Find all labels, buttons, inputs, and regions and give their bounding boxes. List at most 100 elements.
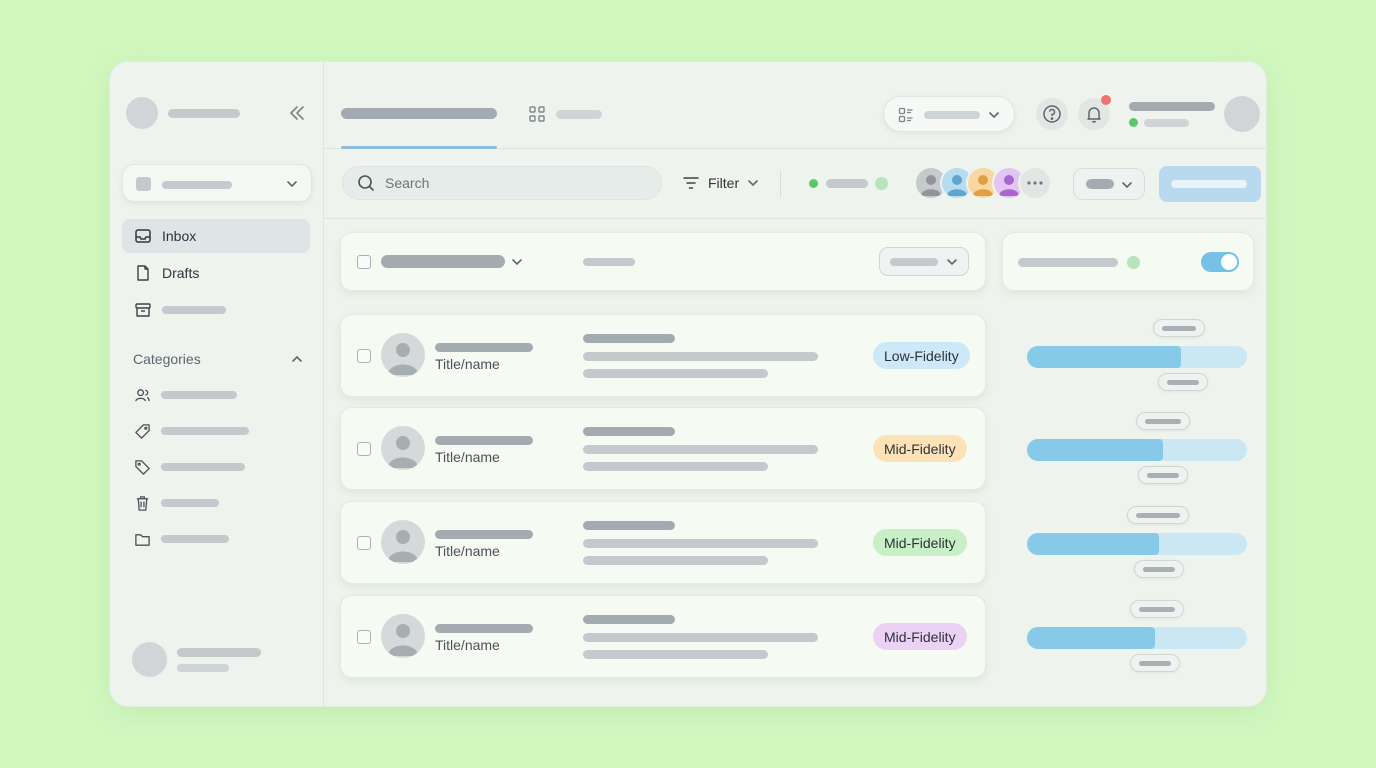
row-title: Title/name	[435, 449, 500, 465]
option-select-placeholder	[1086, 179, 1114, 189]
chevrons-left-icon	[290, 106, 304, 120]
timeline-start-tag[interactable]	[1127, 506, 1189, 524]
category-placeholder	[161, 535, 229, 543]
account-avatar[interactable]	[1224, 96, 1260, 132]
layout-icon	[898, 107, 913, 123]
sidebar-item-label: Drafts	[162, 265, 200, 281]
timeline-bar[interactable]	[1027, 346, 1181, 368]
timeline-start-tag[interactable]	[1130, 600, 1184, 618]
chevron-down-icon	[989, 112, 999, 119]
row-avatar	[381, 614, 425, 658]
row-title: Title/name	[435, 637, 500, 653]
tab-grid[interactable]	[528, 105, 608, 123]
table-row[interactable]: Title/name Mid-Fidelity	[340, 595, 986, 678]
row-text-placeholder	[583, 633, 818, 642]
more-members-button[interactable]	[1018, 166, 1052, 200]
online-status-dot	[1129, 118, 1138, 127]
row-text-placeholder	[583, 615, 675, 624]
table-row[interactable]: Title/name Low-Fidelity	[340, 314, 986, 397]
row-text-placeholder	[583, 334, 675, 343]
filter-button[interactable]: Filter	[682, 171, 759, 195]
timeline-row	[1017, 597, 1247, 677]
search-input[interactable]	[385, 175, 625, 191]
chevron-down-icon	[287, 181, 297, 188]
timeline-start-tag[interactable]	[1153, 319, 1205, 337]
category-item-trash[interactable]	[134, 493, 304, 513]
timeline-bar[interactable]	[1027, 439, 1163, 461]
column-select[interactable]	[879, 247, 969, 276]
sidebar-item-archive[interactable]	[122, 293, 310, 327]
tag-icon	[135, 423, 150, 439]
timeline-header-placeholder	[1018, 258, 1118, 267]
tab-active[interactable]	[341, 102, 497, 146]
table-row[interactable]: Title/name Mid-Fidelity	[340, 407, 986, 490]
categories-label: Categories	[133, 351, 201, 367]
workspace-select[interactable]	[122, 164, 312, 202]
button-label-placeholder	[1171, 180, 1247, 188]
category-item-folder[interactable]	[134, 529, 304, 549]
category-item-users[interactable]	[134, 385, 304, 405]
collapse-sidebar-button[interactable]	[286, 104, 308, 122]
timeline-end-tag[interactable]	[1158, 373, 1208, 391]
category-placeholder	[161, 391, 237, 399]
timeline-header	[1002, 232, 1254, 291]
filter-label: Filter	[708, 175, 740, 191]
categories-header[interactable]: Categories	[133, 349, 303, 369]
category-placeholder	[161, 463, 245, 471]
timeline-toggle[interactable]	[1201, 252, 1239, 272]
row-text-placeholder	[583, 369, 768, 378]
row-avatar	[381, 520, 425, 564]
row-checkbox[interactable]	[357, 442, 371, 456]
timeline-end-tag[interactable]	[1134, 560, 1184, 578]
timeline-end-tag[interactable]	[1130, 654, 1180, 672]
row-name-placeholder	[435, 436, 533, 445]
category-placeholder	[161, 499, 219, 507]
row-checkbox[interactable]	[357, 536, 371, 550]
archive-icon	[135, 303, 151, 317]
notification-dot	[1101, 95, 1111, 105]
search-box[interactable]	[342, 166, 662, 200]
view-select[interactable]	[883, 96, 1015, 132]
person-icon	[388, 343, 418, 375]
sidebar: Inbox Drafts Categories	[110, 62, 324, 706]
view-select-placeholder	[924, 111, 980, 119]
row-text-placeholder	[583, 427, 675, 436]
select-all-checkbox[interactable]	[357, 255, 371, 269]
toolbar-divider	[780, 171, 781, 197]
row-checkbox[interactable]	[357, 349, 371, 363]
chevron-down-icon	[748, 180, 758, 187]
category-item-tag[interactable]	[134, 421, 304, 441]
primary-action-button[interactable]	[1159, 166, 1261, 202]
row-checkbox[interactable]	[357, 630, 371, 644]
table-row[interactable]: Title/name Mid-Fidelity	[340, 501, 986, 584]
row-text-placeholder	[583, 539, 818, 548]
row-text-placeholder	[583, 445, 818, 454]
folder-icon	[135, 533, 150, 546]
user-email-placeholder	[177, 664, 229, 672]
help-button[interactable]	[1036, 98, 1068, 130]
timeline-bar[interactable]	[1027, 627, 1155, 649]
sort-select[interactable]	[381, 253, 527, 271]
timeline-start-tag[interactable]	[1136, 412, 1190, 430]
column-header-placeholder	[583, 258, 635, 266]
row-name-placeholder	[435, 343, 533, 352]
more-horizontal-icon	[1027, 181, 1043, 185]
timeline-row	[1017, 409, 1247, 489]
status-filter[interactable]	[796, 176, 892, 192]
option-select[interactable]	[1073, 168, 1145, 200]
timeline-row	[1017, 503, 1247, 583]
chevron-down-icon	[1122, 182, 1132, 189]
user-avatar[interactable]	[132, 642, 167, 677]
timeline-bar[interactable]	[1027, 533, 1159, 555]
sidebar-item-inbox[interactable]: Inbox	[122, 219, 310, 253]
category-item-label[interactable]	[134, 457, 304, 477]
sidebar-item-drafts[interactable]: Drafts	[122, 256, 310, 290]
tab-label-placeholder	[341, 108, 497, 119]
tag-small-icon	[135, 459, 150, 475]
sidebar-item-placeholder	[162, 306, 226, 314]
timeline-end-tag[interactable]	[1138, 466, 1188, 484]
row-avatar	[381, 333, 425, 377]
row-text-placeholder	[583, 462, 768, 471]
row-text-placeholder	[583, 352, 818, 361]
column-select-placeholder	[890, 258, 938, 266]
